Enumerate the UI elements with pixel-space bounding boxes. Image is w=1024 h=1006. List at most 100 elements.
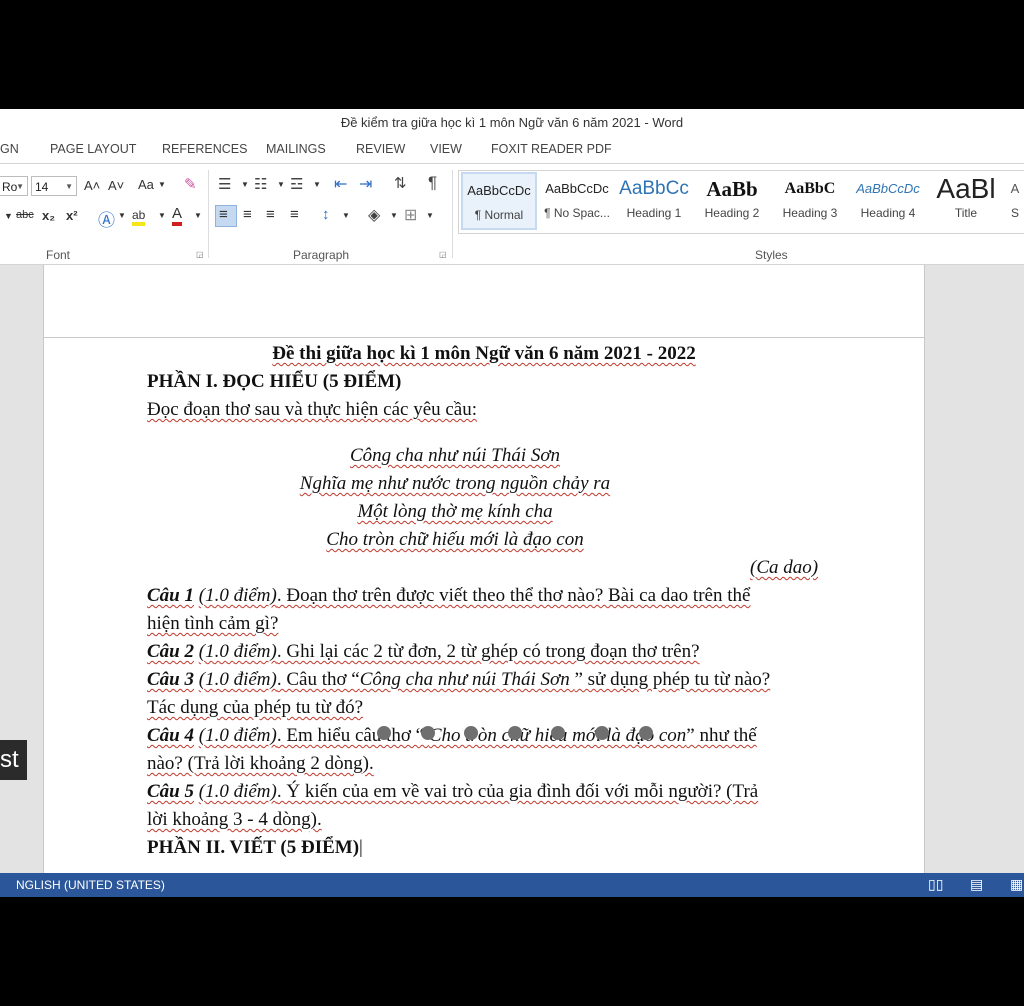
style-subtitle[interactable]: A S bbox=[1006, 172, 1024, 230]
question-4: Câu 4 (1.0 điểm). Em hiểu câu thơ “ Cho … bbox=[147, 725, 757, 747]
chevron-down-icon: ▼ bbox=[241, 180, 249, 189]
chevron-down-icon: ▼ bbox=[158, 211, 166, 220]
sort-icon[interactable]: ⇅ bbox=[394, 174, 407, 192]
poem-line-1: Công cha như núi Thái Sơn bbox=[44, 445, 866, 467]
decrease-indent-icon[interactable]: ⇤ bbox=[334, 174, 347, 194]
style-title[interactable]: AaBl Title bbox=[928, 172, 1004, 230]
document-page[interactable]: Đề thi giữa học kì 1 môn Ngữ văn 6 năm 2… bbox=[43, 265, 925, 885]
question-text: ” sử dụng phép tu từ nào? bbox=[574, 669, 771, 690]
chevron-down-icon: ▼ bbox=[390, 211, 398, 220]
shrink-font-button[interactable]: A˅ bbox=[108, 178, 124, 193]
chevron-down-icon: ▼ bbox=[426, 211, 434, 220]
styles-group-label: Styles bbox=[755, 248, 788, 262]
tab-page-layout[interactable]: PAGE LAYOUT bbox=[50, 142, 136, 156]
loading-dot bbox=[639, 726, 653, 740]
part2-heading: PHẦN II. VIẾT (5 ĐIỂM)| bbox=[147, 837, 363, 859]
question-text: . Câu thơ “ bbox=[276, 669, 360, 690]
chevron-down-icon: ▼ bbox=[313, 180, 321, 189]
dialog-launcher-icon[interactable]: ◲ bbox=[196, 250, 204, 259]
style-name: Title bbox=[954, 206, 978, 220]
clear-formatting-icon[interactable]: ✎ bbox=[184, 175, 197, 193]
question-text: nào? (Trả lời khoảng 2 dòng). bbox=[147, 753, 374, 774]
increase-indent-icon[interactable]: ⇥ bbox=[359, 174, 372, 194]
question-1-cont: hiện tình cảm gì? bbox=[147, 613, 278, 635]
align-center-icon[interactable]: ≡ bbox=[243, 206, 252, 223]
subscript-button[interactable]: x₂ bbox=[42, 208, 55, 223]
loading-dot bbox=[551, 726, 565, 740]
doc-title: Đề thi giữa học kì 1 môn Ngữ văn 6 năm 2… bbox=[44, 343, 924, 365]
chevron-down-icon: ▼ bbox=[158, 180, 166, 189]
poem-text: Công cha như núi Thái Sơn bbox=[350, 445, 560, 466]
poem-line-2: Nghĩa mẹ như nước trong nguồn chảy ra bbox=[44, 473, 866, 495]
question-label: Câu 3 bbox=[147, 669, 194, 690]
status-language[interactable]: NGLISH (UNITED STATES) bbox=[16, 878, 165, 892]
font-size-value: 14 bbox=[35, 180, 49, 194]
style-name: ¶ Normal bbox=[474, 208, 524, 222]
numbering-icon[interactable]: ☷ bbox=[254, 175, 267, 193]
title-bar: Đề kiểm tra giữa học kì 1 môn Ngữ văn 6 … bbox=[0, 109, 1024, 137]
style-preview: AaBbCcDc bbox=[467, 183, 531, 198]
style-heading-4[interactable]: AaBbCcDc Heading 4 bbox=[850, 172, 926, 230]
shading-icon[interactable]: ◈ bbox=[368, 205, 380, 225]
show-formatting-marks-icon[interactable]: ¶ bbox=[428, 173, 437, 193]
poem-text: Cho tròn chữ hiếu mới là đạo con bbox=[326, 529, 584, 550]
poem-text: Nghĩa mẹ như nước trong nguồn chảy ra bbox=[299, 473, 611, 494]
loading-dot bbox=[464, 726, 478, 740]
question-text: . Em hiểu câu thơ “ bbox=[276, 725, 429, 746]
style-heading-2[interactable]: AaBb Heading 2 bbox=[694, 172, 770, 230]
style-name: S bbox=[1010, 206, 1019, 220]
tab-review[interactable]: REVIEW bbox=[356, 142, 405, 156]
borders-icon[interactable]: ⊞ bbox=[404, 205, 417, 225]
highlight-color-icon[interactable]: ab bbox=[132, 208, 146, 226]
style-normal[interactable]: AaBbCcDc ¶ Normal bbox=[461, 172, 537, 230]
read-mode-icon[interactable]: ▯▯ bbox=[928, 876, 943, 893]
style-heading-3[interactable]: AaBbC Heading 3 bbox=[772, 172, 848, 230]
loading-dot bbox=[595, 726, 609, 740]
print-layout-icon[interactable]: ▤ bbox=[970, 876, 983, 893]
tab-foxit-reader-pdf[interactable]: FOXIT READER PDF bbox=[491, 142, 612, 156]
font-size-combo[interactable]: 14 ▼ bbox=[31, 176, 77, 196]
word-window: Đề kiểm tra giữa học kì 1 môn Ngữ văn 6 … bbox=[0, 109, 1024, 897]
font-color-icon[interactable]: A bbox=[172, 206, 183, 226]
tab-view[interactable]: VIEW bbox=[430, 142, 462, 156]
style-preview: AaBbCcDc bbox=[545, 181, 609, 196]
ribbon-tabs: GN PAGE LAYOUT REFERENCES MAILINGS REVIE… bbox=[0, 137, 1024, 164]
style-no-spacing[interactable]: AaBbCcDc ¶ No Spac... bbox=[539, 172, 615, 230]
question-2: Câu 2 (1.0 điểm). Ghi lại các 2 từ đơn, … bbox=[147, 641, 700, 663]
dialog-launcher-icon[interactable]: ◲ bbox=[439, 250, 447, 259]
question-text: hiện tình cảm gì? bbox=[147, 613, 279, 634]
change-case-button[interactable]: Aa bbox=[138, 177, 154, 192]
style-name: Heading 4 bbox=[860, 206, 916, 220]
multilevel-list-icon[interactable]: ☲ bbox=[290, 175, 303, 193]
part2-heading-text: PHẦN II. VIẾT (5 ĐIỂM) bbox=[147, 837, 360, 858]
question-score: (1.0 điểm) bbox=[198, 725, 277, 746]
style-name: Heading 3 bbox=[782, 206, 838, 220]
superscript-button[interactable]: x² bbox=[66, 208, 78, 223]
text-effects-icon[interactable]: Ⓐ bbox=[98, 206, 115, 231]
align-right-icon[interactable]: ≡ bbox=[266, 206, 275, 223]
part1-heading: PHẦN I. ĐỌC HIỂU (5 ĐIỂM) bbox=[147, 371, 402, 392]
chevron-down-icon: ▼ bbox=[118, 211, 126, 220]
tab-references[interactable]: REFERENCES bbox=[162, 142, 247, 156]
web-layout-icon[interactable]: ▦ bbox=[1010, 876, 1023, 893]
style-heading-1[interactable]: AaBbCc Heading 1 bbox=[616, 172, 692, 230]
chevron-down-icon: ▼ bbox=[16, 182, 24, 191]
justify-icon[interactable]: ≡ bbox=[290, 206, 299, 223]
line-spacing-icon[interactable]: ↕ bbox=[322, 206, 330, 223]
font-name-combo[interactable]: Ro ▼ bbox=[0, 176, 28, 196]
grow-font-button[interactable]: A˄ bbox=[84, 178, 100, 193]
tab-design[interactable]: GN bbox=[0, 142, 19, 156]
bullets-icon[interactable]: ☰ bbox=[218, 175, 231, 193]
loading-dot bbox=[377, 726, 391, 740]
strikethrough-button[interactable]: abc bbox=[16, 209, 34, 221]
question-text: ” như thế bbox=[686, 725, 757, 746]
tab-mailings[interactable]: MAILINGS bbox=[266, 142, 326, 156]
group-divider bbox=[452, 170, 453, 258]
style-preview: AaBbC bbox=[784, 180, 836, 197]
overlay-badge: st bbox=[0, 740, 27, 780]
document-area: Đề thi giữa học kì 1 môn Ngữ văn 6 năm 2… bbox=[0, 265, 1024, 885]
instruction: Đọc đoạn thơ sau và thực hiện các yêu cầ… bbox=[147, 399, 477, 421]
question-label: Câu 5 bbox=[147, 781, 194, 802]
align-left-icon: ≡ bbox=[219, 206, 228, 223]
question-score: (1.0 điểm) bbox=[198, 669, 277, 690]
